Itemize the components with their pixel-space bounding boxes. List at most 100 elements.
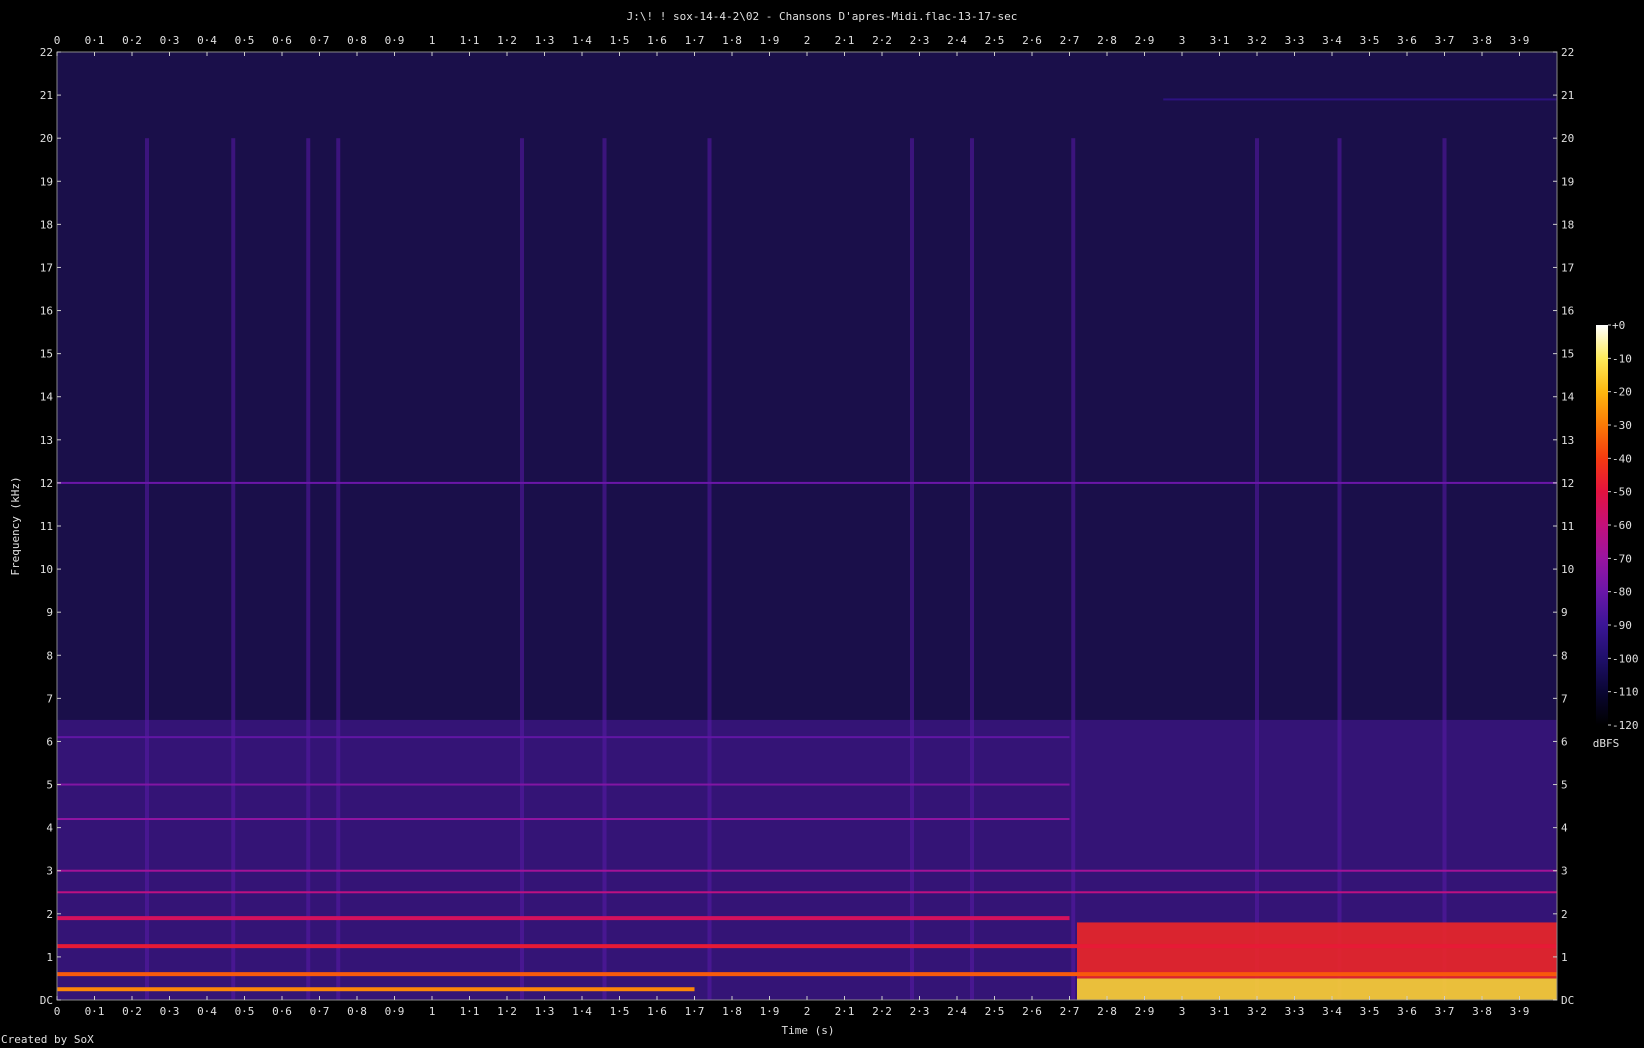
x-tick-label-bottom: 3·9 <box>1510 1005 1530 1018</box>
x-tick-label-top: 1·9 <box>760 34 780 47</box>
y-tick-label-right: 4 <box>1561 822 1568 835</box>
x-tick-label-top: 0 <box>54 34 61 47</box>
x-tick-label-bottom: 3·4 <box>1322 1005 1342 1018</box>
tonal-line <box>57 818 1070 821</box>
y-tick-label-right: 22 <box>1561 46 1574 59</box>
x-tick-label-top: 0·6 <box>272 34 292 47</box>
colorbar-tick-label: -100 <box>1612 652 1639 665</box>
credit-text: Created by SoX <box>1 1033 94 1046</box>
y-tick-label-left: 13 <box>40 434 53 447</box>
x-tick-label-bottom: 0 <box>54 1005 61 1018</box>
y-tick-label-right: DC <box>1561 994 1574 1007</box>
y-tick-label-left: DC <box>40 994 53 1007</box>
x-tick-label-bottom: 2·1 <box>835 1005 855 1018</box>
x-tick-label-top: 2·1 <box>835 34 855 47</box>
y-tick-label-right: 13 <box>1561 434 1574 447</box>
colorbar-tick-label: +0 <box>1612 319 1625 332</box>
x-tick-label-top: 3·5 <box>1360 34 1380 47</box>
x-tick-label-bottom: 0·5 <box>235 1005 255 1018</box>
y-tick-label-left: 15 <box>40 348 53 361</box>
y-tick-label-right: 21 <box>1561 89 1574 102</box>
x-tick-label-top: 2·2 <box>872 34 892 47</box>
x-tick-label-top: 2·4 <box>947 34 967 47</box>
x-tick-label-top: 0·4 <box>197 34 217 47</box>
x-tick-label-bottom: 3·2 <box>1247 1005 1267 1018</box>
x-tick-label-bottom: 3·3 <box>1285 1005 1305 1018</box>
y-tick-label-left: 8 <box>46 649 53 662</box>
x-tick-label-bottom: 2·8 <box>1097 1005 1117 1018</box>
x-axis-label: Time (s) <box>782 1024 835 1037</box>
x-tick-label-top: 1·6 <box>647 34 667 47</box>
x-tick-label-top: 3·3 <box>1285 34 1305 47</box>
y-tick-label-right: 18 <box>1561 218 1574 231</box>
y-axis-label: Frequency (kHz) <box>9 476 22 575</box>
y-tick-label-left: 2 <box>46 908 53 921</box>
colorbar-tick-label: -60 <box>1612 519 1632 532</box>
x-tick-label-bottom: 2·9 <box>1135 1005 1155 1018</box>
x-tick-label-top: 0·7 <box>310 34 330 47</box>
x-tick-label-top: 3·9 <box>1510 34 1530 47</box>
colorbar: +0 -10 -20 -30 -40 -50 -60 -70 -80 -90 -100 -110 -12… <box>1593 319 1639 750</box>
loud-region <box>1077 922 1557 979</box>
y-tick-label-right: 19 <box>1561 175 1574 188</box>
x-tick-label-bottom: 0·3 <box>160 1005 180 1018</box>
y-tick-label-left: 18 <box>40 218 53 231</box>
y-tick-label-right: 7 <box>1561 692 1568 705</box>
x-tick-label-bottom: 3·7 <box>1435 1005 1455 1018</box>
colorbar-tick-label: -110 <box>1612 686 1639 699</box>
y-tick-label-left: 17 <box>40 261 53 274</box>
colorbar-tick-label: -30 <box>1612 419 1632 432</box>
y-tick-label-left: 12 <box>40 477 53 490</box>
y-tick-label-right: 3 <box>1561 865 1568 878</box>
x-tick-label-bottom: 0·4 <box>197 1005 217 1018</box>
y-tick-label-right: 8 <box>1561 649 1568 662</box>
y-tick-label-right: 9 <box>1561 606 1568 619</box>
tonal-line <box>57 944 1557 949</box>
tonal-line <box>57 916 1070 921</box>
x-tick-label-bottom: 1·2 <box>497 1005 517 1018</box>
x-tick-label-top: 0·9 <box>385 34 405 47</box>
x-tick-label-top: 1·8 <box>722 34 742 47</box>
x-tick-label-bottom: 1·7 <box>685 1005 705 1018</box>
x-tick-label-top: 0·2 <box>122 34 142 47</box>
x-tick-label-top: 2·3 <box>910 34 930 47</box>
y-tick-label-right: 12 <box>1561 477 1574 490</box>
x-tick-label-bottom: 2·7 <box>1060 1005 1080 1018</box>
tonal-line <box>57 987 695 992</box>
x-tick-label-bottom: 1·1 <box>460 1005 480 1018</box>
x-tick-label-top: 0·5 <box>235 34 255 47</box>
tonal-line <box>57 972 1557 977</box>
x-tick-label-bottom: 2·2 <box>872 1005 892 1018</box>
x-tick-label-bottom: 1·3 <box>535 1005 555 1018</box>
x-tick-label-top: 2·6 <box>1022 34 1042 47</box>
x-tick-label-top: 3 <box>1179 34 1186 47</box>
x-tick-label-bottom: 1·4 <box>572 1005 592 1018</box>
x-tick-label-top: 1·3 <box>535 34 555 47</box>
y-tick-label-right: 6 <box>1561 735 1568 748</box>
x-tick-label-top: 0·8 <box>347 34 367 47</box>
x-tick-label-bottom: 2·4 <box>947 1005 967 1018</box>
y-tick-label-right: 14 <box>1561 391 1575 404</box>
x-tick-label-top: 1·1 <box>460 34 480 47</box>
tonal-line <box>57 481 1557 484</box>
y-tick-label-left: 7 <box>46 692 53 705</box>
x-tick-label-top: 1·7 <box>685 34 705 47</box>
x-tick-label-bottom: 0·6 <box>272 1005 292 1018</box>
x-tick-label-bottom: 0·7 <box>310 1005 330 1018</box>
loud-region <box>1077 978 1557 1000</box>
x-tick-label-top: 2·8 <box>1097 34 1117 47</box>
y-tick-label-right: 11 <box>1561 520 1574 533</box>
colorbar-tick-label: -20 <box>1612 386 1632 399</box>
x-tick-label-bottom: 2·6 <box>1022 1005 1042 1018</box>
x-tick-label-top: 3·1 <box>1210 34 1230 47</box>
colorbar-tick-label: -120 <box>1612 719 1639 732</box>
x-tick-label-bottom: 2·3 <box>910 1005 930 1018</box>
x-tick-label-bottom: 3·6 <box>1397 1005 1417 1018</box>
y-tick-label-left: 6 <box>46 735 53 748</box>
x-tick-label-top: 3·2 <box>1247 34 1267 47</box>
tonal-line <box>1163 98 1557 101</box>
y-tick-label-left: 5 <box>46 779 53 792</box>
x-tick-label-top: 0·3 <box>160 34 180 47</box>
x-tick-label-bottom: 0·8 <box>347 1005 367 1018</box>
tonal-line <box>57 891 1557 894</box>
